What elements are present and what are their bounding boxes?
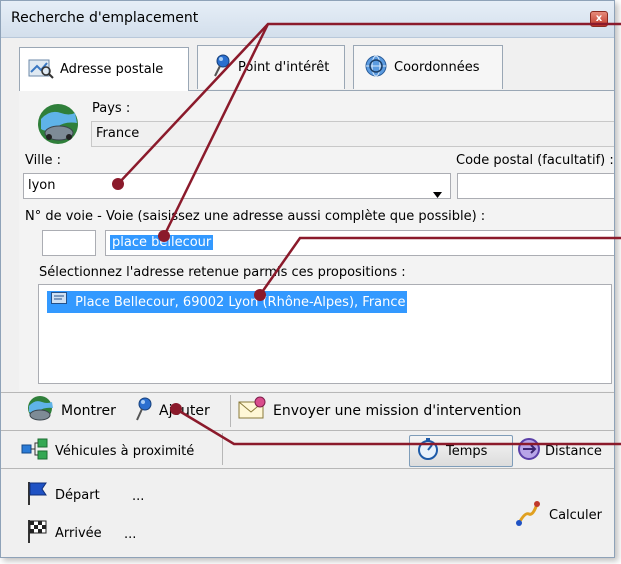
- close-button[interactable]: x: [590, 11, 608, 27]
- results-list[interactable]: Place Bellecour, 69002 Lyon (Rhône-Alpes…: [38, 284, 612, 384]
- tab-label: Coordonnées: [394, 60, 480, 75]
- globe-car-icon: [25, 395, 55, 427]
- arrival-value: ...: [124, 527, 137, 542]
- calculate-label: Calculer: [549, 507, 602, 523]
- country-label: Pays :: [92, 101, 131, 116]
- postal-code-field[interactable]: [457, 173, 614, 199]
- send-mission-label: Envoyer une mission d'intervention: [273, 403, 522, 419]
- send-mission-button[interactable]: Envoyer une mission d'intervention: [237, 395, 521, 427]
- arrival-label: Arrivée: [55, 525, 102, 541]
- results-label: Sélectionnez l'adresse retenue parmis ce…: [39, 265, 406, 280]
- pushpin-icon: [133, 396, 155, 426]
- street-number-field[interactable]: [42, 230, 96, 256]
- tab-postal-address[interactable]: Adresse postale: [19, 47, 189, 91]
- globe-car-icon: [35, 101, 81, 151]
- city-value: lyon: [28, 178, 56, 193]
- divider: [1, 468, 614, 469]
- postal-code-label: Code postal (facultatif) :: [456, 153, 614, 168]
- address-icon: [51, 291, 67, 313]
- add-label: Ajouter: [159, 403, 210, 419]
- location-search-window: Recherche d'emplacement x Adresse postal…: [0, 0, 615, 558]
- result-text: Place Bellecour, 69002 Lyon (Rhône-Alpes…: [75, 294, 406, 310]
- city-label: Ville :: [25, 153, 61, 168]
- nearby-vehicles-button[interactable]: Véhicules à proximité: [21, 435, 194, 467]
- nearby-vehicles-label: Véhicules à proximité: [55, 443, 195, 459]
- tab-label: Point d'intérêt: [238, 60, 330, 75]
- globe-target-icon: [364, 54, 388, 82]
- route-icon: [513, 498, 543, 532]
- chevron-down-icon[interactable]: [433, 183, 442, 198]
- divider: [222, 433, 223, 465]
- distance-toggle-button[interactable]: Distance: [517, 435, 602, 467]
- arrival-button[interactable]: Arrivée: [25, 517, 102, 549]
- street-value: place bellecour: [110, 235, 214, 250]
- time-label: Temps: [446, 443, 488, 459]
- blue-flag-icon: [25, 480, 49, 510]
- envelope-icon: [237, 396, 267, 426]
- time-toggle-button[interactable]: Temps: [409, 435, 513, 467]
- divider: [1, 430, 614, 431]
- divider: [1, 392, 614, 393]
- pushpin-icon: [212, 54, 232, 82]
- street-field[interactable]: place bellecour: [105, 230, 614, 256]
- map-search-icon: [28, 57, 54, 83]
- departure-value: ...: [132, 489, 145, 504]
- tab-label: Adresse postale: [60, 62, 164, 77]
- divider: [230, 395, 231, 427]
- city-combobox[interactable]: lyon: [23, 173, 451, 199]
- departure-button[interactable]: Départ: [25, 479, 100, 511]
- country-field[interactable]: France: [91, 121, 614, 147]
- distance-icon: [517, 437, 541, 465]
- stopwatch-icon: [416, 437, 440, 465]
- add-button[interactable]: Ajouter: [133, 395, 210, 427]
- distance-label: Distance: [545, 443, 602, 459]
- title-bar: Recherche d'emplacement x: [1, 1, 614, 38]
- show-button[interactable]: Montrer: [25, 395, 116, 427]
- network-icon: [21, 438, 49, 464]
- show-label: Montrer: [61, 403, 116, 419]
- checkered-flag-icon: [25, 518, 49, 548]
- calculate-button[interactable]: Calculer: [513, 499, 602, 531]
- tab-coordinates[interactable]: Coordonnées: [353, 45, 503, 89]
- tab-point-of-interest[interactable]: Point d'intérêt: [197, 45, 345, 89]
- departure-label: Départ: [55, 487, 100, 503]
- street-label: N° de voie - Voie (saisissez une adresse…: [25, 209, 486, 224]
- window-title: Recherche d'emplacement: [11, 10, 199, 26]
- list-item[interactable]: Place Bellecour, 69002 Lyon (Rhône-Alpes…: [47, 291, 407, 313]
